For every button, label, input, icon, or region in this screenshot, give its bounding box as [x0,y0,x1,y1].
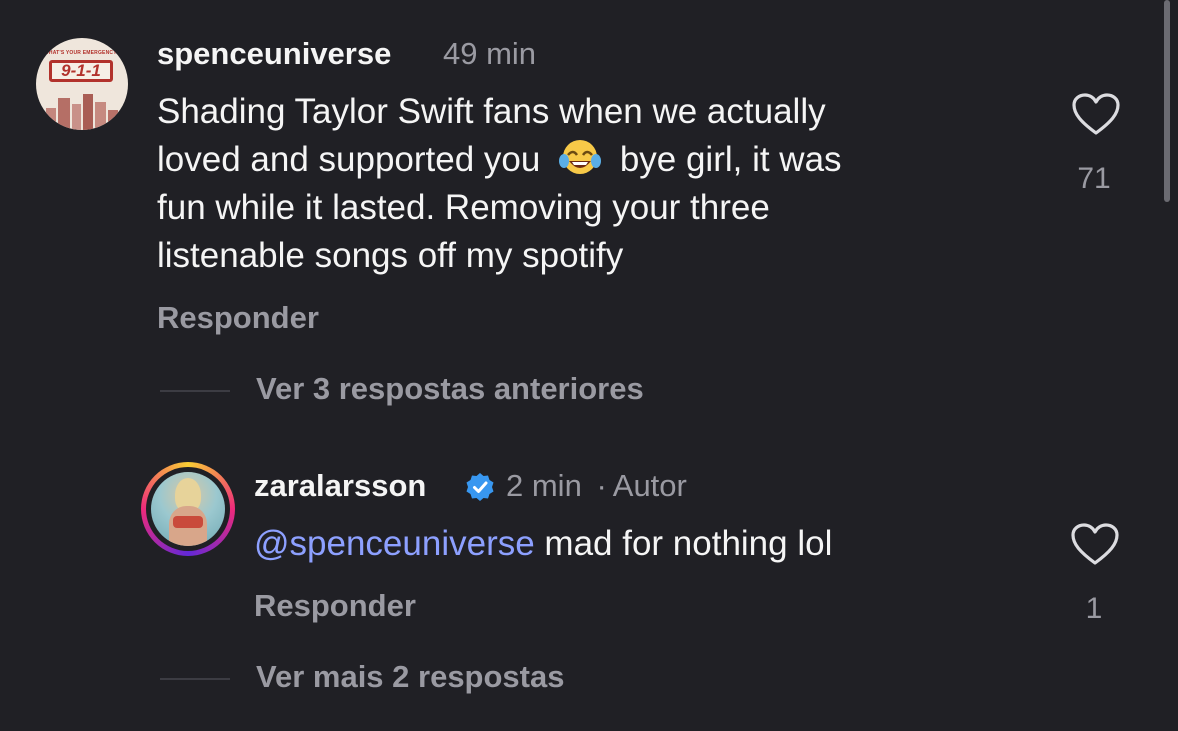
author-tag: Autor [612,468,687,503]
thread-divider [160,678,230,680]
reply-button[interactable]: Responder [157,300,319,336]
comment-text-line: loved and supported you bye girl, it was [157,136,842,184]
avatar [151,472,225,546]
thread-divider [160,390,230,392]
comments-panel: WHAT'S YOUR EMERGENCY? 9-1-1 spenceunive… [0,0,1178,731]
verified-badge-icon [466,473,494,501]
avatar-skyline-image [36,90,128,130]
reply-text-body: mad for nothing lol [534,524,833,563]
mention-link[interactable]: @spenceuniverse [254,524,535,563]
reply-timestamp: 2 min [506,468,582,503]
view-more-replies-button[interactable]: Ver mais 2 respostas [256,659,564,695]
scrollbar[interactable] [1164,0,1170,202]
avatar[interactable]: WHAT'S YOUR EMERGENCY? 9-1-1 [36,38,128,130]
meta-separator: · [596,468,607,503]
avatar-photo-detail [173,516,203,528]
like-count: 1 [1085,592,1103,625]
heart-outline-icon[interactable] [1070,522,1120,566]
comment-username[interactable]: spenceuniverse [157,36,391,72]
reply-text: @spenceuniverse mad for nothing lol [254,520,832,568]
comment-text: Shading Taylor Swift fans when we actual… [157,88,842,280]
reply-meta: 2 min · Autor [506,468,687,504]
heart-outline-icon[interactable] [1071,92,1121,136]
comment-text-fragment: loved and supported you [157,140,541,179]
avatar-911-logo: 9-1-1 [49,60,113,82]
comment-text-line: listenable songs off my spotify [157,236,624,275]
comment-text-fragment: bye girl, it was [619,140,842,179]
comment-text-line: fun while it lasted. Removing your three [157,188,770,227]
view-previous-replies-button[interactable]: Ver 3 respostas anteriores [256,371,644,407]
comment-text-line: Shading Taylor Swift fans when we actual… [157,92,826,131]
like-count: 71 [1077,162,1111,195]
tears-of-joy-emoji-icon [559,140,602,174]
avatar-caption: WHAT'S YOUR EMERGENCY? [44,50,120,56]
reply-username[interactable]: zaralarsson [254,468,426,504]
comment-timestamp: 49 min [443,36,537,71]
avatar-story-ring[interactable] [141,462,235,556]
reply-button[interactable]: Responder [254,588,416,624]
